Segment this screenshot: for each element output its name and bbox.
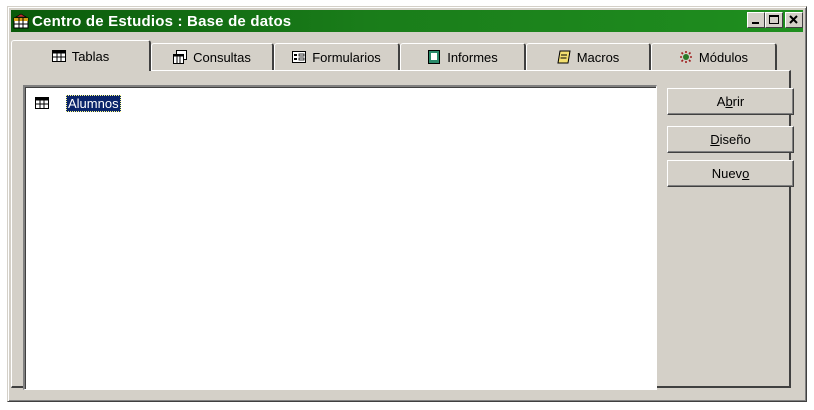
tab-tablas[interactable]: Tablas	[11, 40, 151, 71]
button-access-key: D	[710, 132, 720, 147]
minimize-button[interactable]	[747, 12, 765, 28]
window-title: Centro de Estudios : Base de datos	[32, 12, 292, 30]
title-bar[interactable]: Centro de Estudios : Base de datos	[11, 10, 803, 32]
tab-formularios[interactable]: Formularios	[274, 43, 400, 70]
form-icon	[292, 50, 307, 64]
list-item-label: Alumnos	[66, 94, 121, 112]
module-icon	[679, 50, 693, 64]
tab-macros[interactable]: Macros	[526, 43, 651, 70]
table-icon	[35, 97, 49, 109]
button-label-part: iseño	[719, 132, 751, 147]
button-access-key: o	[742, 166, 750, 181]
object-list[interactable]: Alumnos	[23, 85, 657, 390]
object-tabs: Tablas Consultas Formularios Informes Ma…	[11, 40, 791, 71]
open-button[interactable]: Ab rir	[667, 88, 794, 115]
tab-informes[interactable]: Informes	[400, 43, 526, 70]
list-item[interactable]: Alumnos	[35, 94, 121, 112]
table-icon	[51, 49, 66, 63]
new-button[interactable]: Nuev o	[667, 160, 794, 187]
design-button[interactable]: Diseño	[667, 126, 794, 153]
tab-label: Formularios	[312, 49, 381, 65]
tab-label: Informes	[447, 49, 498, 65]
query-icon	[173, 50, 188, 64]
button-label-part: A	[716, 94, 726, 109]
maximize-button[interactable]	[765, 12, 783, 28]
button-label-part: Nuev	[711, 166, 743, 181]
window-controls	[747, 12, 803, 28]
tab-consultas[interactable]: Consultas	[151, 43, 274, 70]
macro-icon	[557, 50, 571, 64]
button-label-part: rir	[732, 94, 745, 109]
tab-label: Consultas	[193, 49, 251, 65]
button-access-key: b	[725, 94, 733, 109]
tab-label: Módulos	[698, 49, 749, 65]
database-app-icon[interactable]	[13, 13, 29, 29]
close-button[interactable]	[785, 12, 803, 28]
tab-modulos[interactable]: Módulos	[651, 43, 777, 70]
tab-label: Tablas	[71, 48, 110, 64]
tab-label: Macros	[576, 49, 620, 65]
report-icon	[427, 50, 441, 64]
